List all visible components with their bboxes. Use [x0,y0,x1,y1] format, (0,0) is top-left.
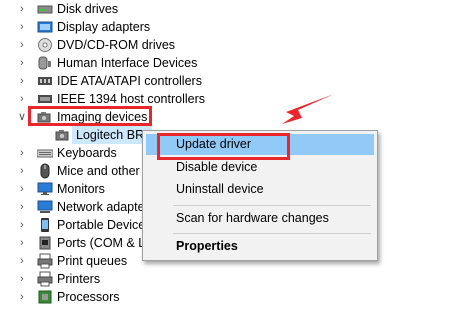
chevron-right-icon[interactable]: › [20,252,30,270]
firewire-icon [37,91,53,107]
tree-item-label: Processors [57,290,120,304]
chevron-right-icon[interactable]: › [20,216,30,234]
tree-item-processors[interactable]: › Processors [0,288,140,306]
tree-item-disk-drives[interactable]: › Disk drives [0,0,200,18]
tree-item-label: Network adapters [57,200,155,214]
ide-controller-icon [37,73,53,89]
tree-item-label: Human Interface Devices [57,56,198,70]
chevron-right-icon[interactable]: › [20,198,30,216]
tree-item-hid[interactable]: › Human Interface Devices [0,54,220,72]
tree-item-display-adapters[interactable]: › Display adapters [0,18,200,36]
tree-item-label: Disk drives [57,2,119,16]
chevron-right-icon[interactable]: › [20,288,30,306]
tree-item-portable-devices[interactable]: › Portable Devices [0,216,152,234]
chevron-right-icon[interactable]: › [20,54,30,72]
tree-item-ports[interactable]: › Ports (COM & LPT) [0,234,165,252]
chevron-right-icon[interactable]: › [20,234,30,252]
tree-item-label: Portable Devices [57,218,152,232]
dvd-drive-icon [37,37,53,53]
chevron-right-icon[interactable]: › [20,144,30,162]
display-adapter-icon [37,19,53,35]
tree-item-ide-controllers[interactable]: › IDE ATA/ATAPI controllers [0,72,220,90]
tree-item-mice[interactable]: › Mice and other [0,162,140,180]
tree-item-dvd-drives[interactable]: › DVD/CD-ROM drives [0,36,200,54]
chevron-right-icon[interactable]: › [20,162,30,180]
tree-item-logitech-brio[interactable]: Logitech BRIO [0,126,160,144]
webcam-icon [55,127,71,143]
tree-item-label: Display adapters [57,20,151,34]
red-arrow-icon [282,94,334,124]
chevron-right-icon[interactable]: › [20,72,30,90]
tree-item-printers[interactable]: › Printers [0,270,140,288]
print-queue-icon [37,253,53,269]
menu-item-scan-hardware[interactable]: Scan for hardware changes [146,208,374,229]
processor-icon [37,289,53,305]
tree-item-label: Keyboards [57,146,117,160]
chevron-right-icon[interactable]: › [20,180,30,198]
tree-item-label: Printers [57,272,101,286]
disk-drive-icon [37,1,53,17]
menu-item-uninstall-device[interactable]: Uninstall device [146,179,374,200]
update-driver-highlight-box [157,133,290,160]
tree-item-network-adapters[interactable]: › Network adapters [0,198,155,216]
printer-icon [37,271,53,287]
tree-item-label: IDE ATA/ATAPI controllers [57,74,202,88]
network-adapter-icon [37,199,53,215]
menu-item-disable-device[interactable]: Disable device [146,157,374,178]
port-icon [37,235,53,251]
tree-item-keyboards[interactable]: › Keyboards [0,144,140,162]
chevron-right-icon[interactable]: › [20,270,30,288]
device-manager-view: › Disk drives › Display adapters › DVD/C… [0,0,475,309]
tree-item-label: DVD/CD-ROM drives [57,38,176,52]
monitor-icon [37,181,53,197]
imaging-devices-highlight-box [28,106,152,126]
menu-separator [173,205,371,206]
mouse-icon [37,163,53,179]
tree-item-label: Mice and other [57,164,140,178]
keyboard-icon [36,145,54,161]
menu-separator [173,233,371,234]
tree-item-monitors[interactable]: › Monitors [0,180,140,198]
chevron-right-icon[interactable]: › [20,0,30,18]
chevron-right-icon[interactable]: › [20,36,30,54]
hid-icon [37,55,53,71]
menu-item-properties[interactable]: Properties [146,236,374,257]
tree-item-label: Monitors [57,182,105,196]
chevron-down-icon[interactable]: ∨ [18,108,28,126]
portable-device-icon [37,217,53,233]
tree-item-label: Print queues [57,254,128,268]
tree-item-print-queues[interactable]: › Print queues [0,252,140,270]
chevron-right-icon[interactable]: › [20,18,30,36]
